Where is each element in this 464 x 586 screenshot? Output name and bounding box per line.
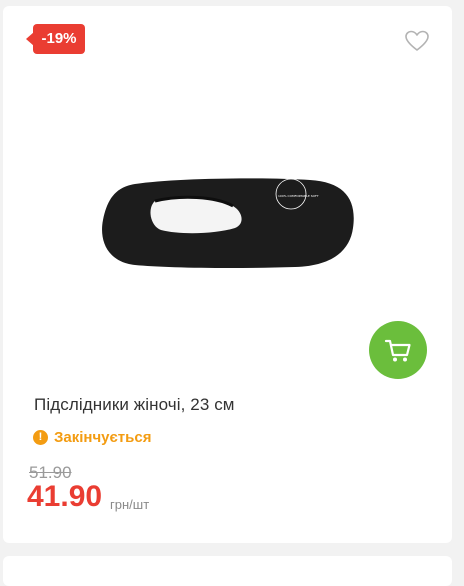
discount-badge: -19% [26, 24, 85, 54]
next-product-card [3, 556, 452, 586]
add-to-cart-button[interactable] [369, 321, 427, 379]
heart-icon [405, 30, 429, 51]
footie-sock-image: 100% COMFORTABLE SOFT [102, 178, 354, 269]
current-price: 41.90 [27, 480, 103, 513]
cart-icon [384, 339, 411, 362]
sock-print-text: 100% COMFORTABLE SOFT [278, 194, 319, 198]
wishlist-button[interactable] [404, 29, 430, 53]
product-image[interactable]: 100% COMFORTABLE SOFT [95, 170, 360, 280]
warning-icon: ! [33, 429, 48, 445]
product-title[interactable]: Підслідники жіночі, 23 см [34, 395, 235, 415]
stock-status: ! Закінчується [33, 428, 151, 446]
stock-status-text: Закінчується [54, 428, 152, 446]
price-unit: грн/шт [110, 497, 150, 512]
